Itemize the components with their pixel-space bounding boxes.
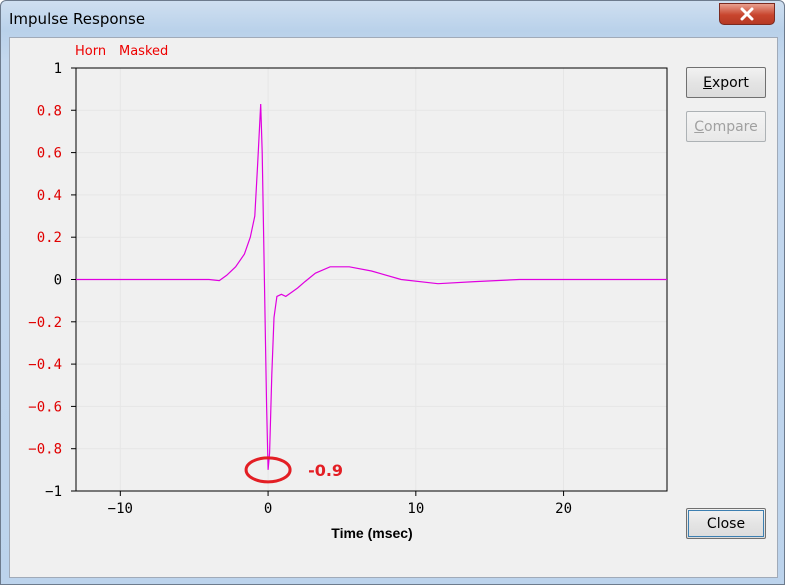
compare-button-label: Compare [694,118,758,135]
impulse-response-window: Impulse Response Horn Masked 1 0.8 0.6 0.4 0… [0,0,785,585]
close-button[interactable]: Close [686,508,766,539]
x-tick-label: 0 [264,501,272,517]
x-tick-label: 10 [407,501,424,517]
compare-button[interactable]: Compare [686,111,766,142]
title-bar[interactable]: Impulse Response [1,1,784,37]
x-axis-label: Time (msec) [331,525,412,541]
y-tick-label: 0.6 [37,146,62,162]
client-area: Horn Masked 1 0.8 0.6 0.4 0.2 0 −0.2 −0.4 −0.6 −0… [9,37,778,578]
y-tick-label: 0.8 [37,103,62,119]
export-button-label: Export [703,74,749,91]
y-tick-label: 0 [54,273,62,289]
x-tick-label: −10 [108,501,133,517]
export-button[interactable]: Export [686,67,766,98]
y-tick-label: 0.4 [37,188,62,204]
y-tick-label: −0.6 [28,399,62,415]
y-tick-label: 0.2 [37,230,62,246]
y-tick-label: 1 [54,61,62,77]
y-tick-label: −1 [45,484,62,500]
window-close-button[interactable] [719,3,775,25]
window-title: Impulse Response [9,10,146,28]
series-line [76,103,667,470]
y-tick-label: −0.4 [28,357,62,373]
impulse-response-chart: 1 0.8 0.6 0.4 0.2 0 −0.2 −0.4 −0.6 −0.8 −1 −10 0 10 2… [28,61,668,541]
peak-annotation: -0.9 [308,461,343,480]
close-button-label: Close [706,515,746,532]
y-tick-label: −0.8 [28,442,62,458]
x-tick-label: 20 [555,501,572,517]
close-x-icon [740,7,754,21]
y-tick-label: −0.2 [28,315,62,331]
